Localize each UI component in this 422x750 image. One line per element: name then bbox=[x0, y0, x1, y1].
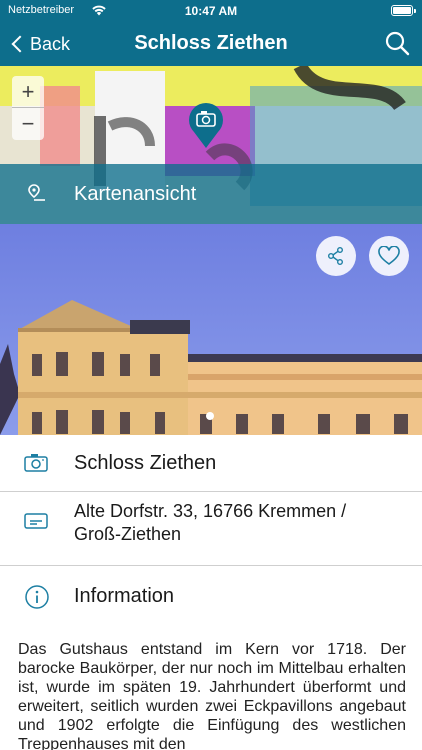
favorite-button[interactable] bbox=[369, 236, 409, 276]
camera-icon bbox=[24, 454, 48, 472]
information-row: Information bbox=[0, 566, 422, 628]
info-icon bbox=[25, 585, 49, 609]
zoom-out-button[interactable]: − bbox=[12, 108, 44, 139]
address-row[interactable]: Alte Dorfstr. 33, 16766 Kremmen / Groß-Z… bbox=[0, 492, 422, 566]
map-view-label: Kartenansicht bbox=[74, 182, 197, 205]
page-title: Schloss Ziethen bbox=[134, 32, 288, 54]
name-row: Schloss Ziethen bbox=[0, 435, 422, 492]
app-header: Netzbetreiber 10:47 AM Back Schloss Ziet… bbox=[0, 0, 422, 66]
photo-carousel[interactable] bbox=[0, 224, 422, 435]
place-name: Schloss Ziethen bbox=[74, 452, 217, 474]
page-indicator-dot bbox=[206, 412, 214, 420]
address-text: Alte Dorfstr. 33, 16766 Kremmen / Groß-Z… bbox=[74, 501, 347, 544]
search-icon[interactable] bbox=[384, 30, 410, 56]
battery-icon bbox=[391, 5, 416, 16]
map-pin-camera-icon[interactable] bbox=[186, 100, 226, 150]
location-pin-icon bbox=[28, 184, 45, 201]
heart-icon bbox=[378, 246, 400, 265]
castle-photo bbox=[0, 224, 422, 435]
zoom-in-button[interactable]: + bbox=[12, 76, 44, 107]
status-bar: Netzbetreiber 10:47 AM bbox=[0, 0, 422, 22]
address-card-icon bbox=[24, 513, 48, 529]
map-view[interactable]: + − Kartenansicht bbox=[0, 66, 422, 224]
description-text: Das Gutshaus entstand im Kern vor 1718. … bbox=[18, 641, 406, 750]
share-icon bbox=[328, 247, 343, 265]
clock: 10:47 AM bbox=[184, 4, 238, 18]
navigation-bar: Back Schloss Ziethen bbox=[0, 22, 422, 66]
zoom-control: + − bbox=[12, 76, 44, 140]
map-view-link[interactable]: Kartenansicht bbox=[0, 164, 422, 224]
information-heading: Information bbox=[74, 585, 175, 607]
share-button[interactable] bbox=[316, 236, 356, 276]
